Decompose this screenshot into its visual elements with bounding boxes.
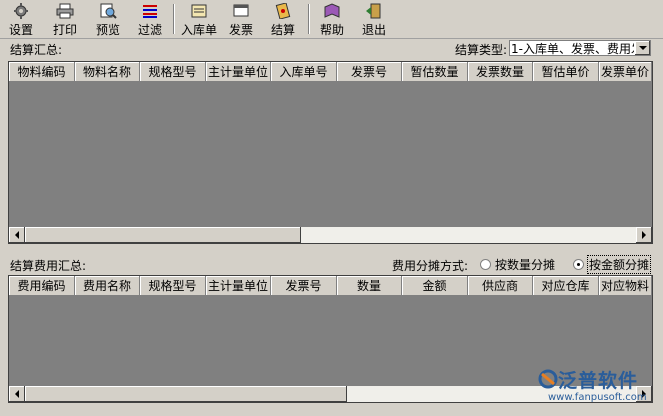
toolbar-separator: [173, 4, 175, 34]
radio-unchecked-icon: [480, 259, 491, 270]
column-header[interactable]: 对应物料: [599, 276, 652, 296]
column-header[interactable]: 主计量单位: [206, 62, 271, 82]
scroll-left-button[interactable]: [9, 386, 25, 402]
expense-section-label: 结算费用汇总:: [10, 259, 87, 273]
exit-button[interactable]: 退出: [359, 2, 389, 37]
expense-grid-header: 费用编码 费用名称 规格型号 主计量单位 发票号 数量 金额 供应商 对应仓库 …: [9, 276, 652, 296]
arrow-right-icon: [642, 231, 646, 239]
settlement-type-select[interactable]: 1-入库单、发票、费用发: [509, 40, 651, 56]
help-book-icon: [323, 3, 341, 19]
exit-label: 退出: [361, 23, 386, 37]
settle-icon: [274, 2, 292, 20]
column-header[interactable]: 费用编码: [9, 276, 75, 296]
column-header[interactable]: 主计量单位: [206, 276, 271, 296]
settle-label: 结算: [270, 23, 295, 37]
column-header[interactable]: 金额: [402, 276, 468, 296]
arrow-left-icon: [15, 231, 19, 239]
scroll-right-button[interactable]: [636, 227, 652, 243]
stock-in-button[interactable]: 入库单: [180, 2, 218, 37]
column-header[interactable]: 发票单价: [599, 62, 652, 82]
invoice-icon: [232, 3, 250, 19]
exit-door-icon: [365, 3, 383, 19]
gear-icon: [12, 3, 30, 19]
arrow-left-icon: [15, 390, 19, 398]
toolbar-separator: [308, 4, 310, 34]
printer-icon: [56, 3, 74, 19]
allocate-by-amount-label: 按金额分摊: [586, 255, 652, 274]
preview-label: 预览: [95, 23, 120, 37]
column-header[interactable]: 规格型号: [140, 62, 206, 82]
column-header[interactable]: 费用名称: [75, 276, 140, 296]
scroll-left-button[interactable]: [9, 227, 25, 243]
stock-in-icon: [190, 3, 208, 19]
column-header[interactable]: 发票号: [337, 62, 402, 82]
watermark-url: www.fanpusoft.com: [548, 392, 647, 403]
settlement-grid[interactable]: 物料编码 物料名称 规格型号 主计量单位 入库单号 发票号 暂估数量 发票数量 …: [8, 61, 653, 244]
filter-label: 过滤: [137, 23, 162, 37]
settlement-section-label: 结算汇总:: [10, 43, 63, 57]
filter-icon: [141, 3, 159, 19]
column-header[interactable]: 规格型号: [140, 276, 206, 296]
invoice-button[interactable]: 发票: [226, 2, 256, 37]
chevron-down-icon[interactable]: [634, 41, 650, 55]
help-label: 帮助: [319, 23, 344, 37]
allocate-by-quantity-label: 按数量分摊: [495, 258, 556, 272]
column-header[interactable]: 供应商: [468, 276, 533, 296]
column-header[interactable]: 发票数量: [468, 62, 533, 82]
column-header[interactable]: 暂估数量: [402, 62, 468, 82]
scroll-thumb[interactable]: [25, 227, 301, 243]
allocate-by-amount-radio[interactable]: 按金额分摊: [573, 255, 652, 274]
radio-checked-icon: [573, 259, 584, 270]
preview-icon: [99, 3, 117, 19]
scroll-thumb[interactable]: [25, 386, 347, 402]
settlement-horizontal-scrollbar[interactable]: [9, 227, 652, 243]
expense-method-label: 费用分摊方式:: [392, 259, 469, 273]
column-header[interactable]: 数量: [337, 276, 402, 296]
help-button[interactable]: 帮助: [317, 2, 347, 37]
column-header[interactable]: 物料名称: [75, 62, 140, 82]
settlement-type-label: 结算类型:: [455, 43, 508, 57]
settings-button[interactable]: 设置: [6, 2, 36, 37]
watermark-name: 泛普软件: [558, 370, 639, 392]
toolbar: 设置 打印 预览 过滤 入库单 发票 结算 帮助 退出: [0, 0, 663, 39]
column-header[interactable]: 入库单号: [271, 62, 337, 82]
settle-button[interactable]: 结算: [268, 2, 298, 37]
print-label: 打印: [52, 23, 77, 37]
scroll-track[interactable]: [25, 227, 636, 243]
fanpu-logo-icon: [538, 369, 558, 389]
stock-in-label: 入库单: [180, 23, 217, 37]
column-header[interactable]: 物料编码: [9, 62, 75, 82]
filter-button[interactable]: 过滤: [135, 2, 165, 37]
column-header[interactable]: 对应仓库: [533, 276, 599, 296]
column-header[interactable]: 发票号: [271, 276, 337, 296]
allocate-by-quantity-radio[interactable]: 按数量分摊: [480, 256, 555, 273]
print-button[interactable]: 打印: [50, 2, 80, 37]
preview-button[interactable]: 预览: [93, 2, 123, 37]
settings-label: 设置: [8, 23, 33, 37]
settlement-type-value: 1-入库单、发票、费用发: [511, 41, 634, 56]
column-header[interactable]: 暂估单价: [533, 62, 599, 82]
fanpu-watermark: 泛普软件 www.fanpusoft.com: [538, 366, 660, 408]
invoice-label: 发票: [228, 23, 253, 37]
settlement-grid-header: 物料编码 物料名称 规格型号 主计量单位 入库单号 发票号 暂估数量 发票数量 …: [9, 62, 652, 82]
